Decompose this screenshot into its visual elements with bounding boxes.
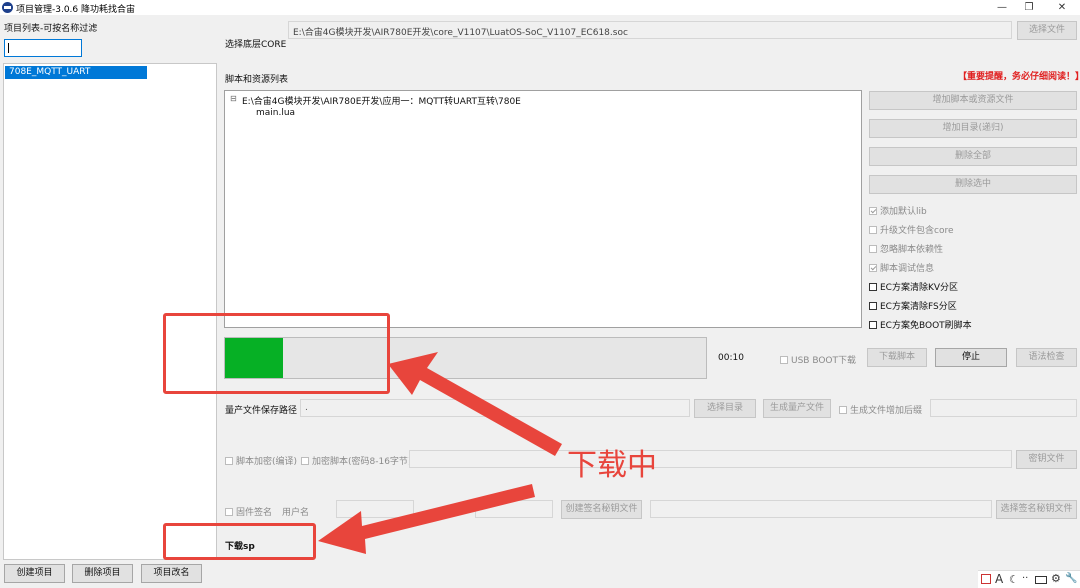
add-script-button[interactable]: 增加脚本或资源文件 (869, 91, 1077, 110)
checkbox-box (780, 355, 788, 364)
ec-no-boot-checkbox[interactable]: EC方案免BOOT刷脚本 (869, 318, 972, 331)
font-icon[interactable]: A (995, 572, 1003, 586)
tree-root-item[interactable]: E:\合宙4G模块开发\AIR780E开发\应用一：MQTT转UART互转\78… (242, 94, 521, 107)
checkbox-box (869, 320, 877, 329)
rename-project-button[interactable]: 项目改名 (141, 564, 202, 583)
ignore-deps-checkbox[interactable]: 忽略脚本依赖性 (869, 242, 943, 255)
moon-icon[interactable]: ☾ (1009, 573, 1019, 586)
important-warning-link[interactable]: 【重要提醒，务必仔细阅读！】 (958, 69, 1080, 82)
download-script-button[interactable]: 下载脚本 (867, 348, 927, 367)
tree-collapse-icon[interactable]: ⊟ (230, 94, 237, 103)
checkbox-box (869, 282, 877, 291)
restore-button[interactable]: ❐ (1014, 0, 1044, 15)
elapsed-time: 00:10 (718, 353, 744, 363)
mass-production-label: 量产文件保存路径 (225, 406, 298, 416)
usb-boot-checkbox[interactable]: USB BOOT下载 (780, 353, 856, 366)
tray-app-icon[interactable] (981, 574, 991, 584)
select-directory-button[interactable]: 选择目录 (694, 399, 756, 418)
minimize-button[interactable]: — (987, 0, 1017, 15)
annotation-rect-status (163, 523, 316, 560)
project-list[interactable]: 708E_MQTT_UART (3, 63, 217, 560)
app-icon (2, 2, 13, 13)
checkbox-box (225, 507, 233, 516)
title-bar: 项目管理-3.0.6 降功耗找合宙 — ❐ ✕ (0, 0, 1080, 15)
mass-production-path-field[interactable]: . (300, 399, 690, 417)
debug-info-checkbox[interactable]: 脚本调试信息 (869, 261, 934, 274)
keyboard-icon[interactable] (1035, 576, 1047, 584)
scripts-label: 脚本和资源列表 (225, 75, 289, 85)
system-tray: A ☾ ·· ⚙ 🔧 (978, 570, 1080, 588)
sign-key-path-field[interactable] (650, 500, 992, 518)
script-tree[interactable]: ⊟ E:\合宙4G模块开发\AIR780E开发\应用一：MQTT转UART互转\… (224, 90, 862, 328)
window-title: 项目管理-3.0.6 降功耗找合宙 (16, 5, 136, 15)
tree-child-item[interactable]: main.lua (256, 108, 295, 118)
encrypt-password-checkbox[interactable]: 加密脚本(密码8-16字节) (301, 454, 411, 467)
username-field[interactable] (336, 500, 414, 518)
checkbox-box (301, 456, 309, 465)
dots-icon[interactable]: ·· (1022, 573, 1028, 584)
add-directory-button[interactable]: 增加目录(递归) (869, 119, 1077, 138)
checkbox-box (225, 456, 233, 465)
checkbox-box (869, 206, 877, 215)
delete-all-button[interactable]: 删除全部 (869, 147, 1077, 166)
create-sign-key-button[interactable]: 创建签名秘钥文件 (561, 500, 642, 519)
annotation-rect-progress (163, 313, 390, 394)
suffix-field[interactable] (930, 399, 1077, 417)
project-list-item[interactable]: 708E_MQTT_UART (5, 66, 147, 79)
add-suffix-checkbox[interactable]: 生成文件增加后缀 (839, 403, 922, 416)
firmware-sign-checkbox[interactable]: 固件签名 (225, 505, 272, 518)
ec-clear-fs-checkbox[interactable]: EC方案清除FS分区 (869, 299, 957, 312)
core-path-field[interactable]: E:\合宙4G模块开发\AIR780E开发\core_V1107\LuatOS-… (288, 21, 1012, 39)
ec-clear-kv-checkbox[interactable]: EC方案清除KV分区 (869, 280, 958, 293)
add-default-lib-checkbox[interactable]: 添加默认lib (869, 204, 927, 217)
key-file-button[interactable]: 密钥文件 (1016, 450, 1077, 469)
username-label: 用户名 (282, 508, 310, 518)
create-project-button[interactable]: 创建项目 (4, 564, 65, 583)
close-button[interactable]: ✕ (1047, 0, 1077, 15)
annotation-arrow-lower (318, 484, 535, 554)
checkbox-box (839, 405, 847, 414)
core-label: 选择底层CORE (225, 40, 287, 50)
delete-project-button[interactable]: 删除项目 (72, 564, 133, 583)
gear-icon[interactable]: ⚙ (1051, 572, 1061, 585)
text-cursor (8, 43, 9, 53)
project-filter-label: 项目列表-可按名称过滤 (4, 24, 98, 34)
project-filter-input[interactable] (4, 39, 82, 57)
upgrade-include-core-checkbox[interactable]: 升级文件包含core (869, 223, 954, 236)
checkbox-box (869, 301, 877, 310)
syntax-check-button[interactable]: 语法检查 (1016, 348, 1077, 367)
stop-button[interactable]: 停止 (935, 348, 1007, 367)
wrench-icon[interactable]: 🔧 (1065, 573, 1077, 584)
annotation-text: 下载中 (567, 448, 657, 483)
password-field[interactable] (409, 450, 1012, 468)
select-sign-key-button[interactable]: 选择签名秘钥文件 (996, 500, 1077, 519)
sign-password-field[interactable] (475, 500, 553, 518)
encrypt-compile-checkbox[interactable]: 脚本加密(编译) (225, 454, 297, 467)
checkbox-box (869, 244, 877, 253)
select-core-button[interactable]: 选择文件 (1017, 21, 1077, 40)
checkbox-box (869, 225, 877, 234)
delete-selected-button[interactable]: 删除选中 (869, 175, 1077, 194)
generate-mass-file-button[interactable]: 生成量产文件 (763, 399, 831, 418)
checkbox-box (869, 263, 877, 272)
